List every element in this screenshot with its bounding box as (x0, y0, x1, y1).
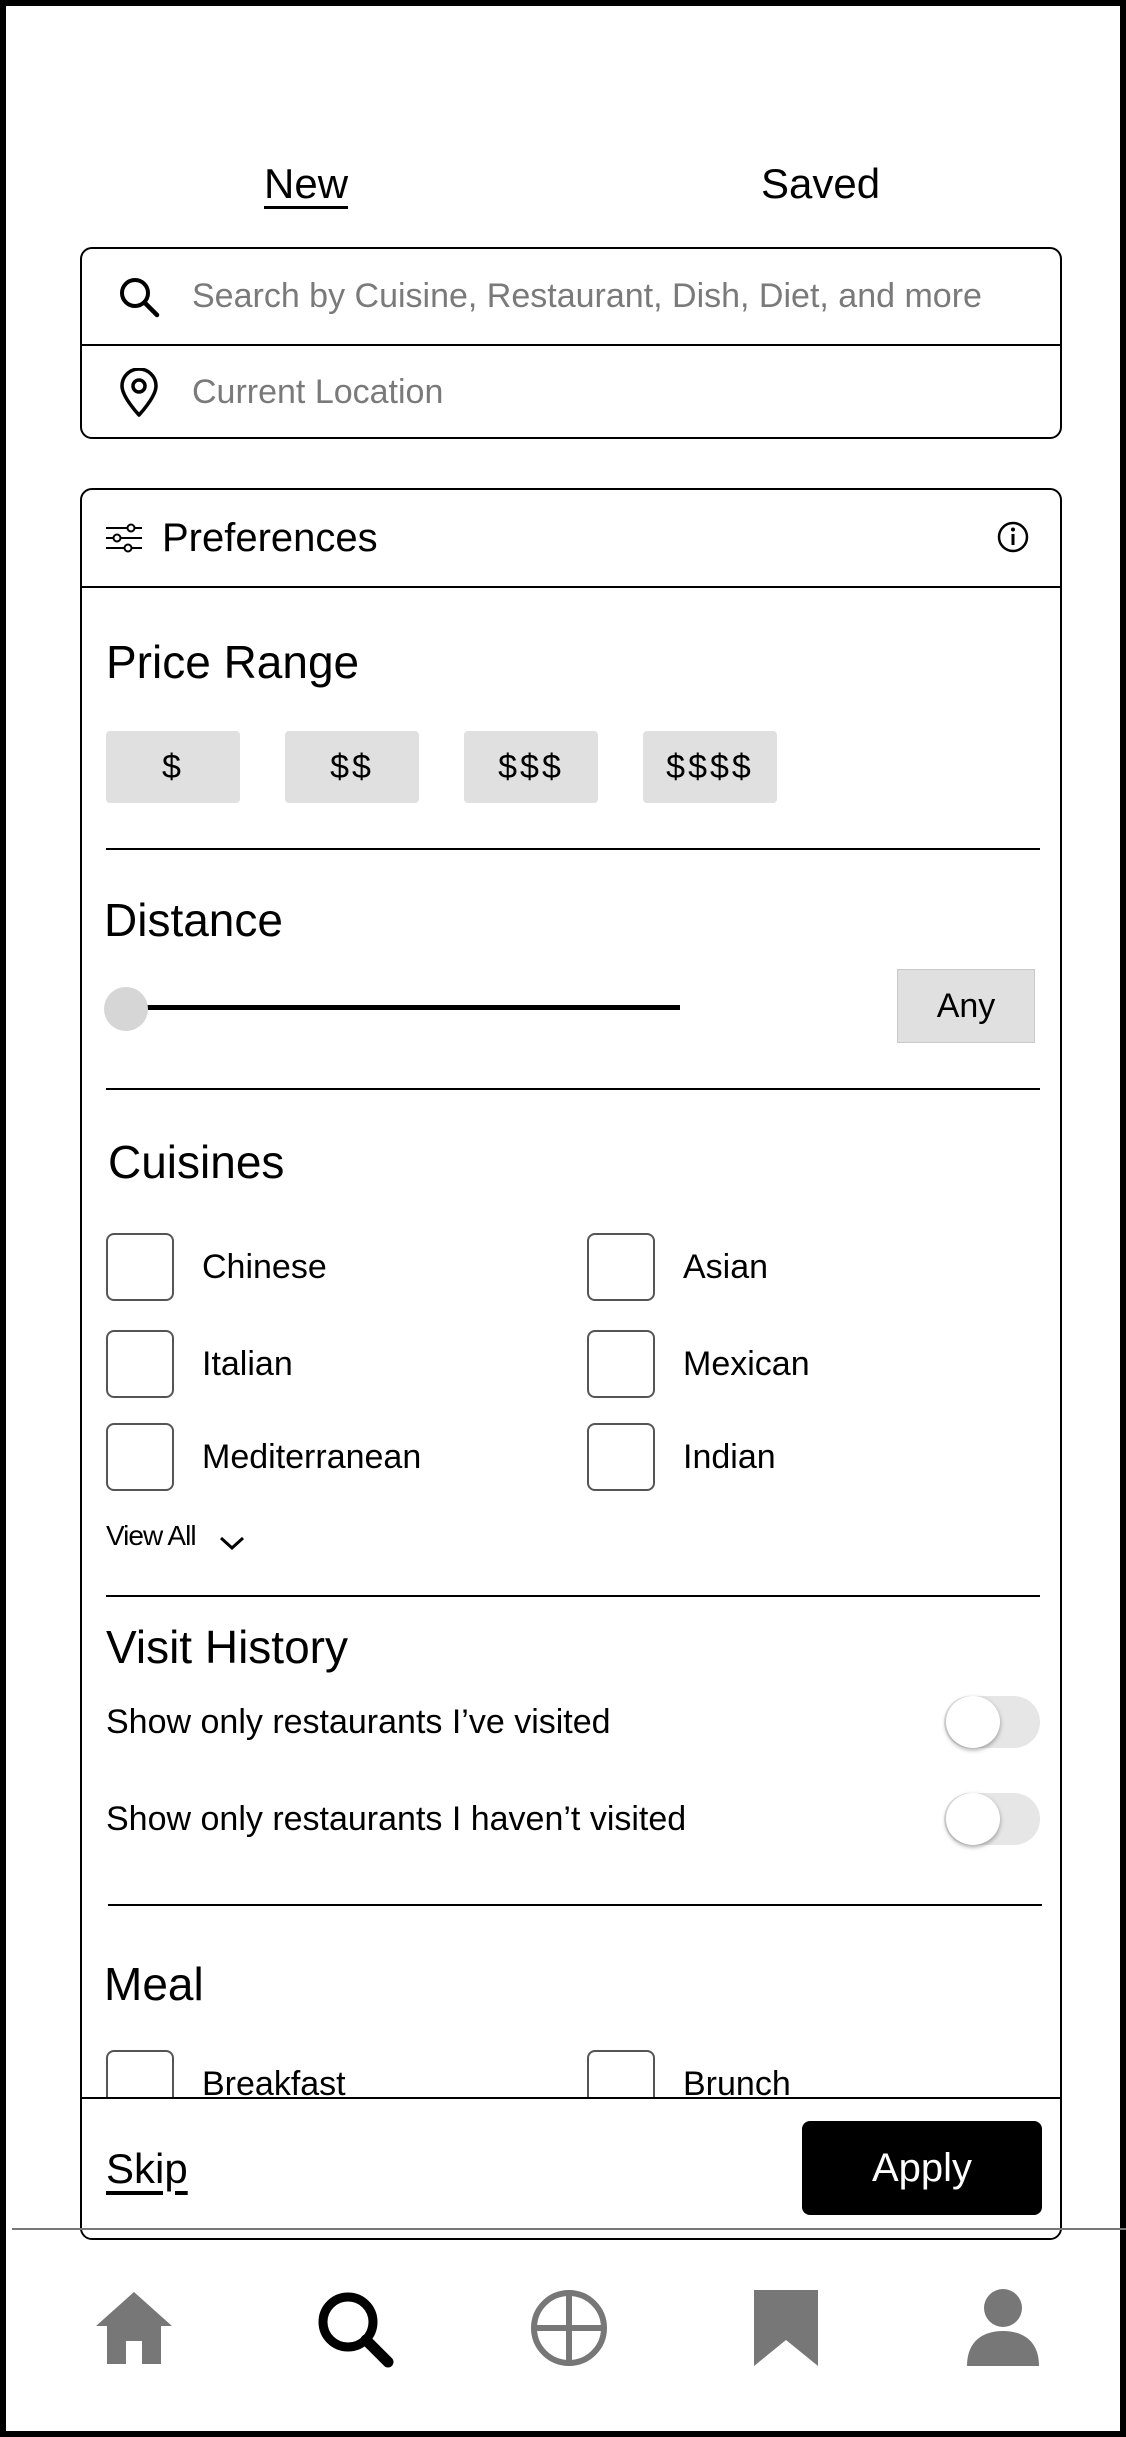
checkbox[interactable] (587, 1233, 655, 1301)
tab-saved[interactable]: Saved (761, 156, 880, 212)
preferences-header: Preferences (82, 490, 1060, 588)
checkbox-label: Chinese (202, 1247, 327, 1286)
divider (106, 1595, 1040, 1597)
visited-only-label: Show only restaurants I’ve visited (106, 1703, 611, 1741)
price-option-2[interactable]: $$ (285, 731, 419, 803)
divider (106, 1088, 1040, 1090)
bottom-nav-divider (12, 2228, 1126, 2230)
search-icon[interactable] (312, 2286, 396, 2370)
location-input[interactable] (190, 372, 1034, 413)
view-all-label: View All (106, 1520, 197, 1551)
view-all-cuisines[interactable]: View All (106, 1520, 246, 1552)
not-visited-only-label: Show only restaurants I haven’t visited (106, 1800, 687, 1838)
divider (108, 1904, 1042, 1906)
checkbox[interactable] (587, 1330, 655, 1398)
preferences-footer: Skip Apply (82, 2097, 1060, 2238)
checkbox-label: Mediterranean (202, 1437, 422, 1476)
checkbox[interactable] (106, 1423, 174, 1491)
search-icon (108, 266, 170, 328)
location-row (82, 345, 1060, 440)
apply-button[interactable]: Apply (802, 2121, 1042, 2215)
cuisine-mexican[interactable]: Mexican (587, 1330, 810, 1398)
distance-any-button[interactable]: Any (897, 969, 1035, 1043)
skip-button[interactable]: Skip (106, 2145, 188, 2193)
price-option-1[interactable]: $ (106, 731, 240, 803)
price-range-title: Price Range (106, 636, 360, 688)
visit-history-title: Visit History (106, 1621, 348, 1673)
preferences-panel: Preferences Price Range $ $$ $$$ $$$$ Di… (80, 488, 1062, 2240)
distance-slider-track[interactable] (126, 1005, 680, 1010)
divider (106, 848, 1040, 850)
toggle-knob (946, 1696, 1000, 1748)
preferences-title: Preferences (162, 515, 378, 560)
profile-icon[interactable] (961, 2286, 1045, 2370)
checkbox-label: Italian (202, 1344, 293, 1383)
cuisine-mediterranean[interactable]: Mediterranean (106, 1423, 421, 1491)
visited-only-toggle[interactable] (944, 1696, 1040, 1748)
sliders-icon (104, 523, 144, 553)
cuisines-title: Cuisines (108, 1136, 285, 1188)
checkbox[interactable] (587, 1423, 655, 1491)
info-icon[interactable] (996, 520, 1030, 554)
distance-title: Distance (104, 894, 283, 946)
meal-title: Meal (104, 1958, 204, 2010)
search-box (80, 247, 1062, 439)
cuisine-chinese[interactable]: Chinese (106, 1233, 327, 1301)
price-option-4[interactable]: $$$$ (643, 731, 777, 803)
checkbox[interactable] (106, 1233, 174, 1301)
bookmark-icon[interactable] (744, 2286, 828, 2370)
location-pin-icon (108, 362, 170, 424)
checkbox-label: Indian (683, 1437, 776, 1476)
cuisine-italian[interactable]: Italian (106, 1330, 293, 1398)
checkbox-label: Asian (683, 1247, 769, 1286)
compass-icon[interactable] (527, 2286, 611, 2370)
checkbox[interactable] (106, 1330, 174, 1398)
search-input[interactable] (190, 276, 1034, 317)
home-icon[interactable] (92, 2286, 176, 2370)
price-option-3[interactable]: $$$ (464, 731, 598, 803)
phone-frame: New Saved Search by Cuisine, Restaurant,… (0, 0, 1126, 2437)
tab-new[interactable]: New (264, 156, 348, 212)
toggle-knob (946, 1793, 1000, 1845)
distance-slider-handle[interactable] (104, 987, 148, 1031)
chevron-down-icon (218, 1527, 246, 1551)
cuisine-indian[interactable]: Indian (587, 1423, 776, 1491)
search-row (82, 249, 1060, 346)
not-visited-only-toggle[interactable] (944, 1793, 1040, 1845)
cuisine-asian[interactable]: Asian (587, 1233, 768, 1301)
checkbox-label: Mexican (683, 1344, 810, 1383)
